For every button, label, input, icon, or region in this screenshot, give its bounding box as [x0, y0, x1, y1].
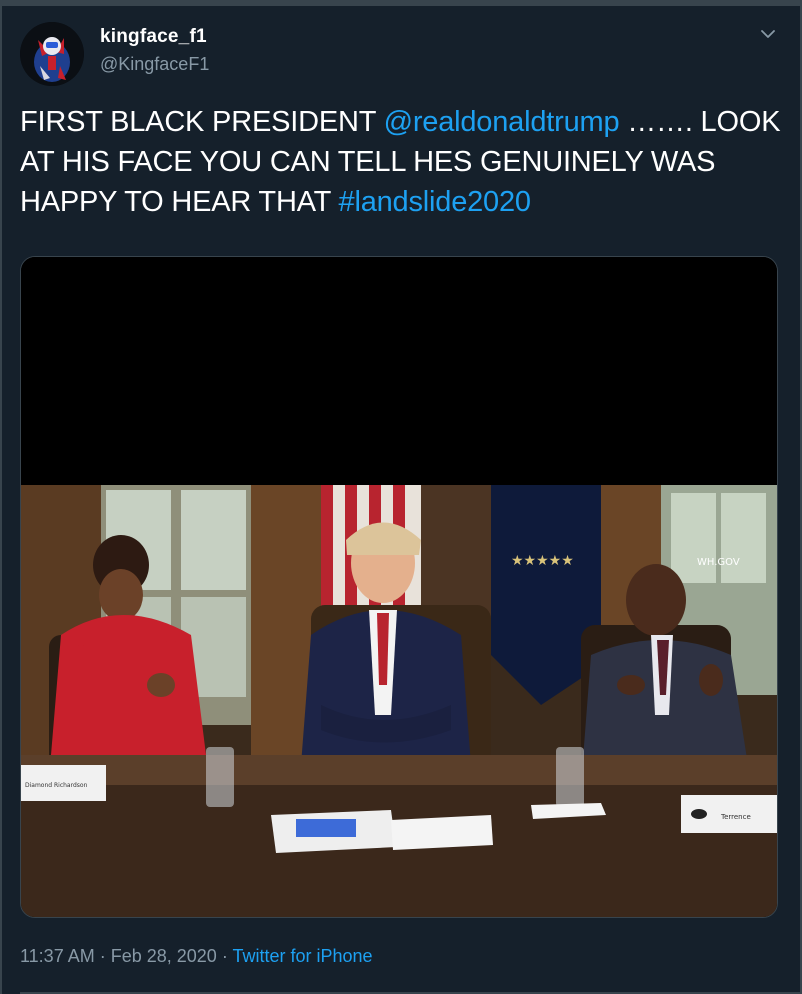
meta-separator: ·: [216, 946, 233, 966]
tweet-source-link[interactable]: Twitter for iPhone: [232, 946, 372, 966]
tweet-text-segment: FIRST BLACK PRESIDENT: [20, 106, 384, 138]
chevron-down-icon[interactable]: [760, 26, 776, 42]
user-handle[interactable]: @KingfaceF1: [100, 54, 209, 75]
display-name[interactable]: kingface_f1: [100, 26, 207, 48]
meta-separator: ·: [94, 946, 111, 966]
video-frame: ★★★★★ WH.GOV Diamond Richardson Terrence: [21, 485, 777, 917]
name-card-left: Diamond Richardson: [25, 782, 88, 789]
watermark-text: WH.GOV: [697, 557, 740, 568]
svg-text:★★★★★: ★★★★★: [511, 553, 574, 569]
video-letterbox: [21, 257, 777, 485]
avatar[interactable]: [20, 22, 84, 86]
mention-link[interactable]: @realdonaldtrump: [384, 106, 620, 138]
tweet: kingface_f1 @KingfaceF1 FIRST BLACK PRES…: [0, 6, 802, 994]
tweet-metadata: 11:37 AM · Feb 28, 2020 · Twitter for iP…: [20, 946, 373, 967]
hashtag-link[interactable]: #landslide2020: [339, 186, 532, 218]
video-player[interactable]: ★★★★★ WH.GOV Diamond Richardson Terrence: [20, 256, 778, 918]
tweet-time[interactable]: 11:37 AM: [20, 946, 95, 966]
tweet-date[interactable]: Feb 28, 2020: [111, 946, 217, 966]
tweet-text: FIRST BLACK PRESIDENT @realdonaldtrump ……: [20, 102, 785, 222]
name-card-right: Terrence: [720, 813, 751, 821]
avatar-image: [20, 22, 84, 86]
